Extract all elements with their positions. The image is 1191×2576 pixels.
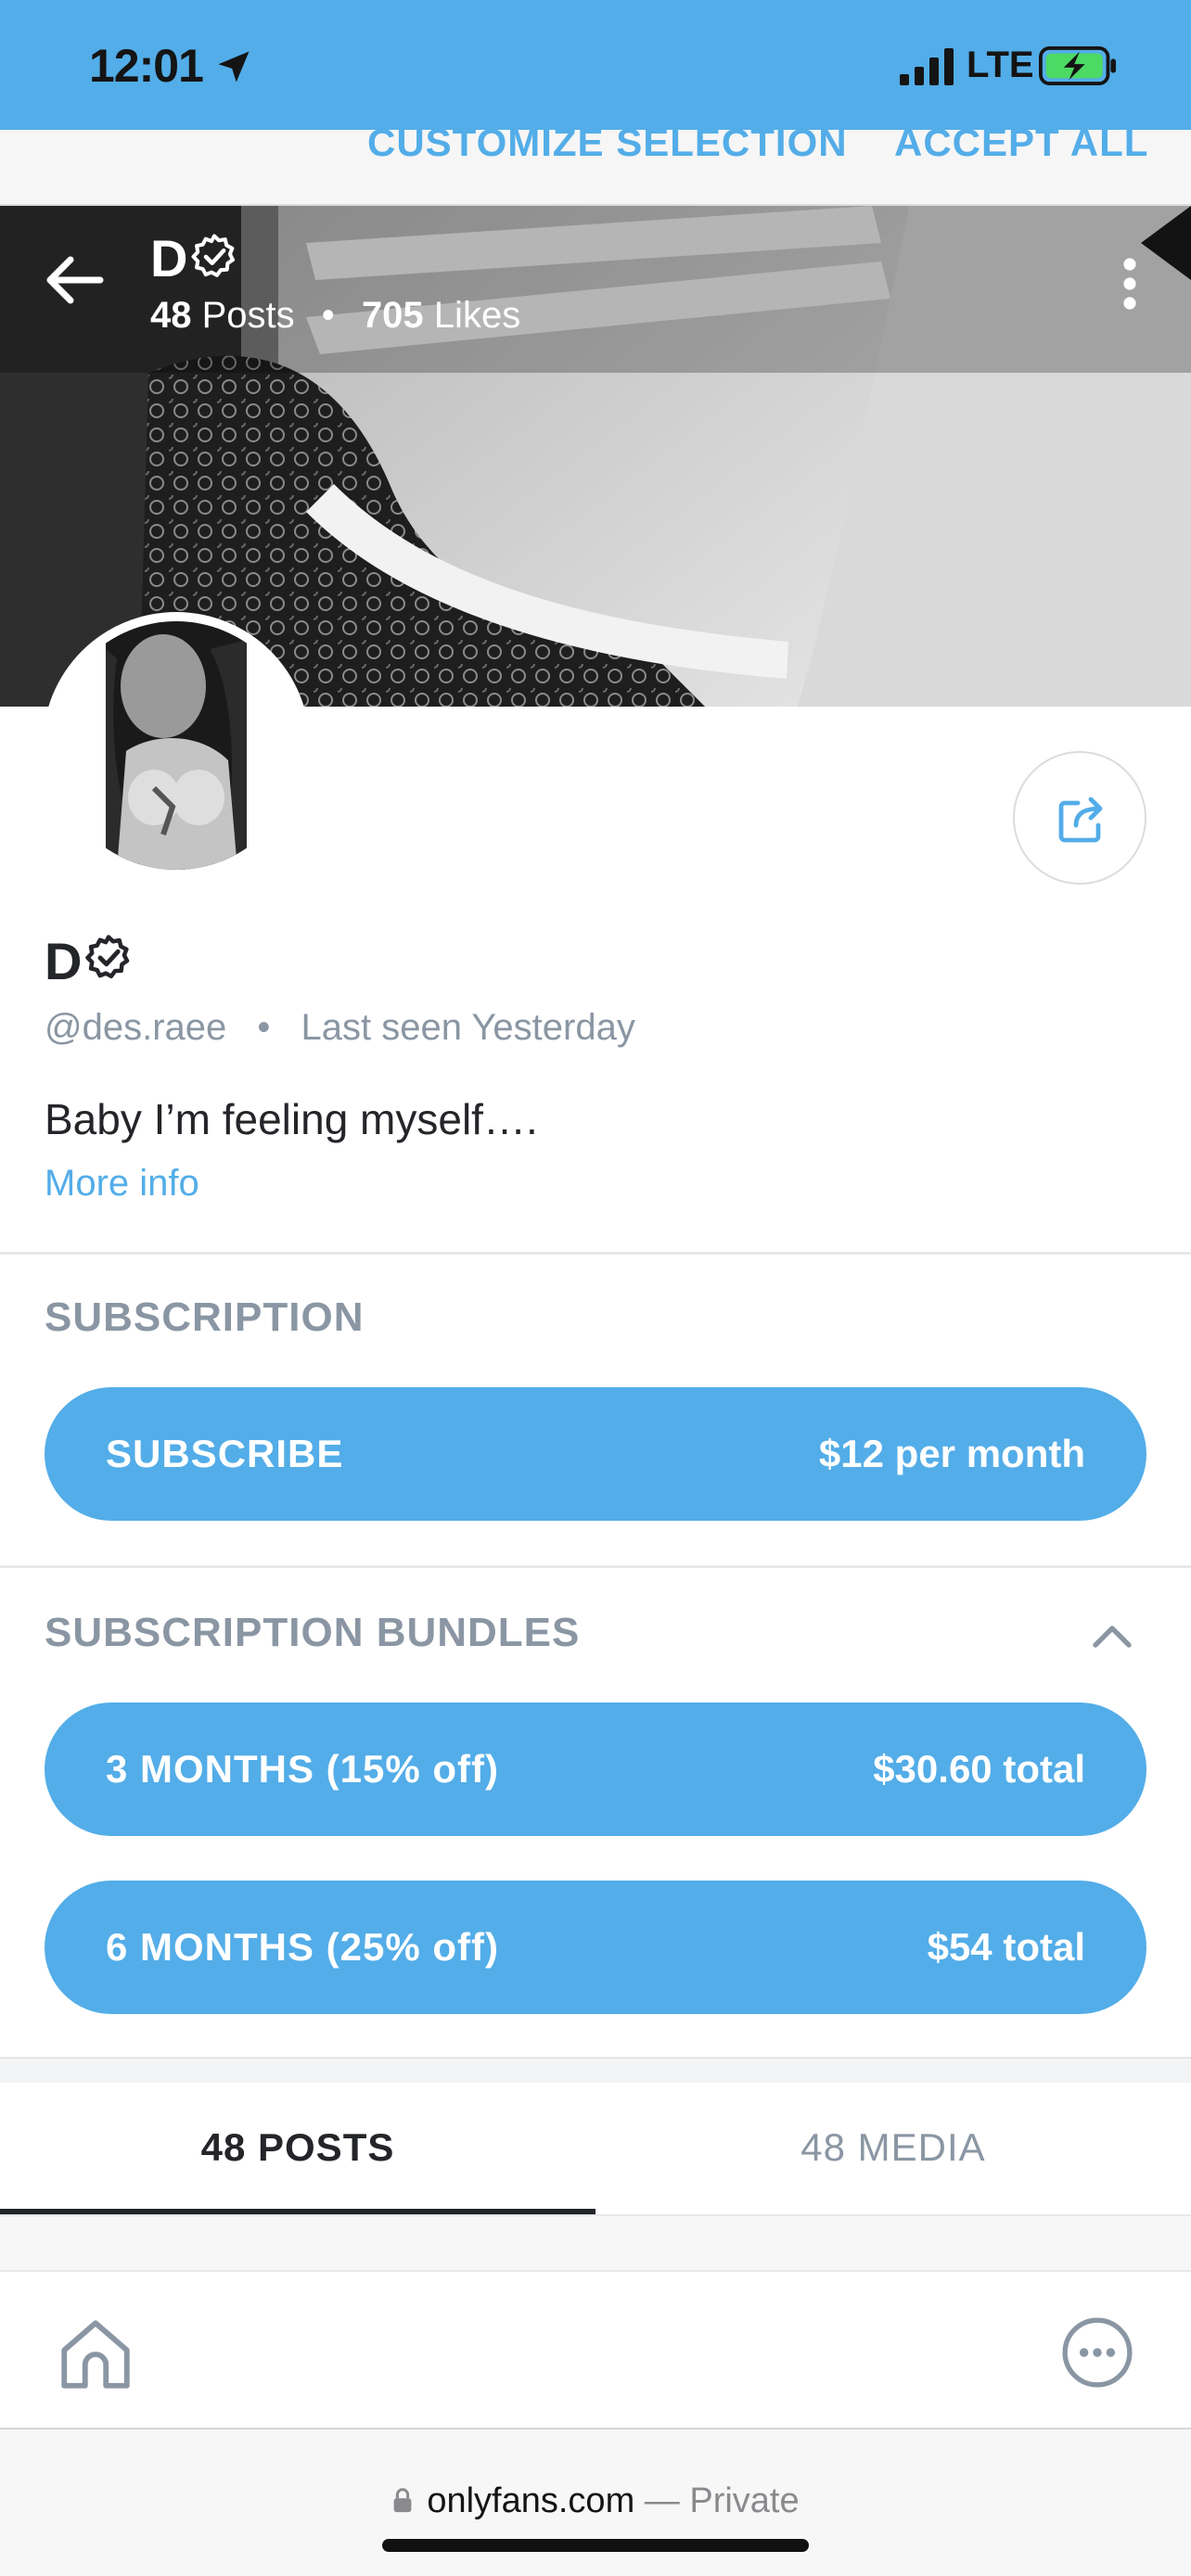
tabs-content-gap <box>0 2214 1191 2272</box>
browsing-mode: Private <box>689 2481 800 2520</box>
last-seen: Last seen Yesterday <box>301 1007 635 1048</box>
stats-separator: • <box>321 295 335 336</box>
more-info-link[interactable]: More info <box>45 1163 199 1205</box>
location-arrow-icon <box>218 51 250 83</box>
likes-count: 705 <box>361 295 424 336</box>
home-indicator <box>382 2539 809 2552</box>
section-divider <box>0 1565 1191 1568</box>
tab-posts[interactable]: 48 POSTS <box>0 2083 596 2213</box>
more-menu-icon[interactable] <box>1059 2315 1135 2391</box>
bundle-6-months-button[interactable]: 6 MONTHS (25% off) $54 total <box>45 1881 1146 2014</box>
lock-icon <box>393 2488 412 2513</box>
subscription-title: SUBSCRIPTION <box>45 1294 365 1340</box>
bundles-title: SUBSCRIPTION BUNDLES <box>45 1610 581 1655</box>
avatar[interactable] <box>52 621 301 870</box>
meta-separator: • <box>257 1007 271 1048</box>
url-separator: — <box>644 2481 680 2520</box>
tab-media[interactable]: 48 MEDIA <box>596 2083 1191 2213</box>
home-icon[interactable] <box>54 2313 137 2396</box>
bundle-label: 3 MONTHS (15% off) <box>106 1747 500 1791</box>
bundle-3-months-button[interactable]: 3 MONTHS (15% off) $30.60 total <box>45 1702 1146 1836</box>
signal-strength-icon <box>900 48 954 85</box>
profile-meta: @des.raee • Last seen Yesterday <box>45 1007 635 1049</box>
more-options-icon[interactable] <box>1113 256 1146 312</box>
subscribe-price: $12 per month <box>818 1432 1085 1475</box>
status-bar: 12:01 LTE <box>0 0 1191 130</box>
section-gap <box>0 2060 1191 2083</box>
back-arrow-icon[interactable] <box>37 243 111 317</box>
bundle-label: 6 MONTHS (25% off) <box>106 1925 500 1969</box>
customize-selection-link[interactable]: CUSTOMIZE SELECTION <box>367 130 848 165</box>
bundle-price: $54 total <box>927 1925 1085 1969</box>
share-icon <box>1058 797 1103 843</box>
browser-address-bar[interactable]: onlyfans.com — Private <box>0 2429 1191 2576</box>
share-button[interactable] <box>1013 751 1146 885</box>
verified-badge-icon <box>191 234 236 277</box>
profile-handle: @des.raee <box>45 1007 227 1048</box>
status-time: 12:01 <box>89 40 204 92</box>
profile-display-name: D <box>45 932 83 990</box>
profile-bio: Baby I’m feeling myself…. <box>45 1095 538 1143</box>
header-stats: 48 Posts • 705 Likes <box>150 295 520 337</box>
url-display[interactable]: onlyfans.com — Private <box>0 2481 1191 2521</box>
bundle-price: $30.60 total <box>873 1747 1085 1791</box>
battery-charging-icon <box>1039 46 1117 85</box>
url-domain: onlyfans.com <box>427 2481 635 2520</box>
posts-label: Posts <box>201 295 295 336</box>
section-divider <box>0 1252 1191 1255</box>
subscribe-button[interactable]: SUBSCRIBE $12 per month <box>45 1387 1146 1521</box>
chevron-up-icon[interactable] <box>1087 1612 1137 1662</box>
verified-badge-icon <box>85 935 130 979</box>
bottom-navigation <box>0 2272 1191 2429</box>
header-display-name: D <box>150 229 188 287</box>
likes-label: Likes <box>433 295 521 336</box>
posts-count: 48 <box>150 295 192 336</box>
subscribe-label: SUBSCRIBE <box>106 1432 344 1475</box>
accept-all-link[interactable]: ACCEPT ALL <box>894 130 1148 165</box>
avatar-photo <box>52 621 301 870</box>
section-divider <box>0 2057 1191 2060</box>
cookie-banner: CUSTOMIZE SELECTION ACCEPT ALL <box>0 130 1191 206</box>
network-type: LTE <box>967 45 1034 85</box>
